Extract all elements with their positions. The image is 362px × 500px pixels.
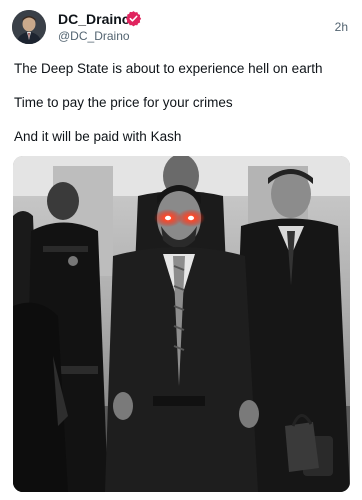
post-text-line: The Deep State is about to experience he… bbox=[14, 61, 323, 76]
author-name[interactable]: DC_Draino bbox=[58, 10, 130, 28]
post-media-photo[interactable] bbox=[13, 156, 350, 492]
author-avatar[interactable] bbox=[12, 10, 46, 44]
author-handle[interactable]: @DC_Draino bbox=[58, 29, 130, 44]
post-text-line: Time to pay the price for your crimes bbox=[14, 95, 233, 110]
photo-image-icon bbox=[13, 156, 350, 492]
post-timestamp[interactable]: 2h bbox=[335, 20, 348, 35]
post-text-line: And it will be paid with Kash bbox=[14, 129, 182, 144]
verified-badge-icon bbox=[125, 10, 142, 27]
tweet-card[interactable]: DC_Draino @DC_Draino 2h The Deep State i… bbox=[0, 0, 362, 500]
